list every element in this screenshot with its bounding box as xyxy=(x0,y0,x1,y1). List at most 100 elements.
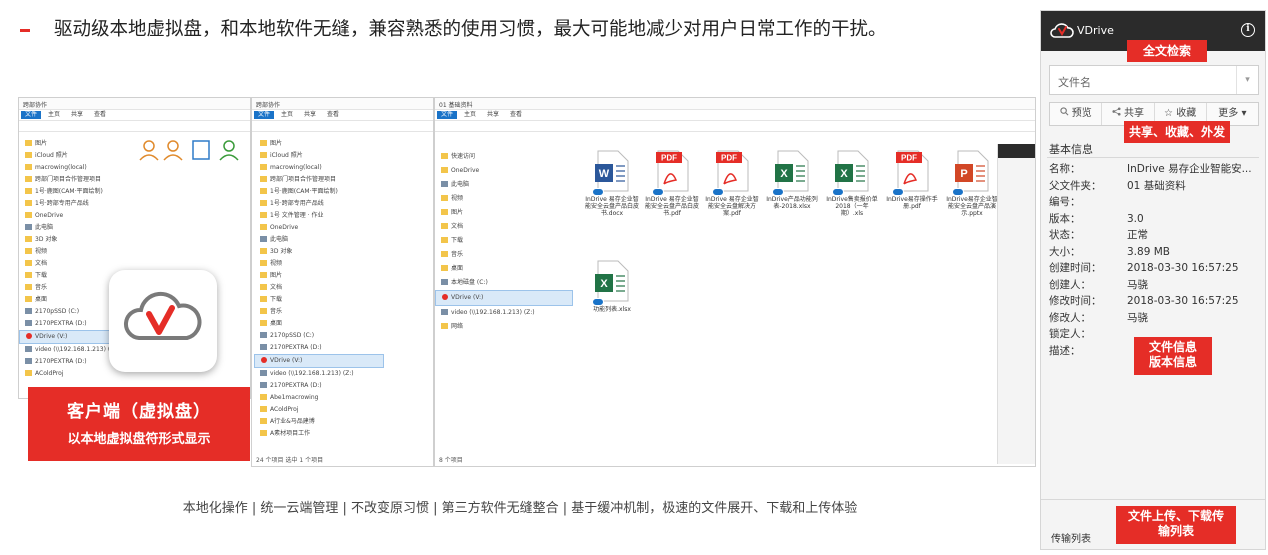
tree-item[interactable]: OneDrive xyxy=(19,210,129,222)
window-title: 跨部协作 xyxy=(256,102,281,109)
tab-view[interactable]: 查看 xyxy=(506,111,526,119)
pdf-file-icon: PDF xyxy=(712,150,750,196)
tab-share[interactable]: 共享 xyxy=(483,111,503,119)
search-input[interactable]: 文件名 ▾ xyxy=(1049,65,1259,95)
tab-view[interactable]: 查看 xyxy=(90,111,110,119)
headline: 驱动级本地虚拟盘，和本地软件无缝，兼容熟悉的使用习惯，最大可能地减少对用户日常工… xyxy=(18,12,1008,48)
tree-item[interactable]: 本地磁盘 (C:) xyxy=(435,276,573,290)
file-item[interactable]: W InDrive 易存企业智能安全云盘产品白皮书.docx xyxy=(585,150,639,217)
tree-item[interactable]: 网络 xyxy=(435,320,573,334)
property-value: 2018-03-30 16:57:25 xyxy=(1127,262,1239,274)
tree-item[interactable]: 1号·鹿图(CAM·平面绘制) xyxy=(19,186,129,198)
file-item[interactable]: PDF InDrive 易存企业智能安全云盘产品白皮书.pdf xyxy=(645,150,699,217)
tree-item[interactable]: 文档 xyxy=(254,282,384,294)
property-key: 大小： xyxy=(1049,245,1081,258)
tag-file-info: 文件信息 版本信息 xyxy=(1134,337,1212,375)
file-item[interactable]: X 功能列表.xlsx xyxy=(585,260,639,313)
divider xyxy=(1041,499,1265,500)
property-row: 父文件夹： 01 基础资料 xyxy=(1049,178,1261,195)
tree-item[interactable]: macrowing(local) xyxy=(19,162,129,174)
tree-item[interactable]: AColdProj xyxy=(254,404,384,416)
file-item[interactable]: X InDrive售卖报价单2018（一年期）.xls xyxy=(825,150,879,217)
file-item[interactable]: PDF InDrive易存操作手册.pdf xyxy=(885,150,939,210)
tab-file[interactable]: 文件 xyxy=(21,111,42,119)
tree-item[interactable]: 1号·跨部专用产品线 xyxy=(19,198,129,210)
tree-item[interactable]: 此电脑 xyxy=(254,234,384,246)
property-key: 名称： xyxy=(1049,163,1081,175)
tree-item[interactable]: A行业&马品建博 xyxy=(254,416,384,428)
xlsx-file-icon: X xyxy=(832,150,870,196)
tree-item[interactable]: A素材项目工作 xyxy=(254,428,384,440)
divider xyxy=(1047,157,1259,158)
tree-item[interactable]: video (\\192.168.1.213) (Z:) xyxy=(254,368,384,380)
address-bar[interactable] xyxy=(252,120,433,132)
file-name: InDrive 易存企业智能安全云盘产品白皮书.pdf xyxy=(645,196,700,217)
tree-item[interactable]: 视频 xyxy=(435,192,573,206)
transfer-list-link[interactable]: 传输列表 xyxy=(1051,530,1091,545)
tree-item[interactable]: OneDrive xyxy=(435,164,573,178)
tree-item[interactable]: 3D 对象 xyxy=(254,246,384,258)
magnifier-icon xyxy=(1059,107,1069,116)
tree-item[interactable]: 2170pSSD (C:) xyxy=(254,330,384,342)
property-row: 创建时间： 2018-03-30 16:57:25 xyxy=(1049,260,1261,277)
tree-item[interactable]: 图片 xyxy=(19,138,129,150)
tree-item[interactable]: 视频 xyxy=(254,258,384,270)
tree-item-vdrive[interactable]: VDrive (V:) xyxy=(254,354,384,368)
tree-item[interactable]: 音乐 xyxy=(254,306,384,318)
tree-item[interactable]: 图片 xyxy=(435,206,573,220)
tree-item[interactable]: 快速访问 xyxy=(435,150,573,164)
tab-home[interactable]: 主页 xyxy=(277,111,297,119)
tree-item[interactable]: 桌面 xyxy=(254,318,384,330)
file-name: InDrive售卖报价单2018（一年期）.xls xyxy=(826,196,878,217)
tab-home[interactable]: 主页 xyxy=(44,111,64,119)
tag-upload-download: 文件上传、下载传 输列表 xyxy=(1116,506,1236,544)
tree-item[interactable]: 下载 xyxy=(254,294,384,306)
tree-item[interactable]: Abe1macrowing xyxy=(254,392,384,404)
tree-item[interactable]: 1号 文件管理 · 作业 xyxy=(254,210,384,222)
property-key: 状态： xyxy=(1049,229,1081,241)
tree-item-vdrive[interactable]: VDrive (V:) xyxy=(435,290,573,306)
tree-item[interactable]: 跨部门项目合作管理项目 xyxy=(19,174,129,186)
file-item[interactable]: P InDrive易存企业智能安全云盘产品演示.pptx xyxy=(945,150,999,217)
tree-item[interactable]: 音乐 xyxy=(435,248,573,262)
tree-item[interactable]: 图片 xyxy=(254,138,384,150)
tag-file-info-line2: 版本信息 xyxy=(1148,355,1197,369)
tree-item[interactable]: 图片 xyxy=(254,270,384,282)
vdrive-logo-icon xyxy=(1050,23,1074,38)
tree-item[interactable]: OneDrive xyxy=(254,222,384,234)
tab-file[interactable]: 文件 xyxy=(437,111,458,119)
tree-item[interactable]: video (\\192.168.1.213) (Z:) xyxy=(435,306,573,320)
tree-item[interactable]: 此电脑 xyxy=(19,222,129,234)
tab-home[interactable]: 主页 xyxy=(460,111,480,119)
tree-item[interactable]: 2170PEXTRA (D:) xyxy=(254,380,384,392)
tree-item[interactable]: iCloud 照片 xyxy=(254,150,384,162)
file-item[interactable]: PDF InDrive 易存企业智能安全云盘解决方案.pdf xyxy=(705,150,759,217)
tab-view[interactable]: 查看 xyxy=(323,111,343,119)
property-row: 名称： InDrive 易存企业智能安... xyxy=(1049,161,1261,178)
tree-item[interactable]: 1号·鹿图(CAM·平面绘制) xyxy=(254,186,384,198)
tree-item[interactable]: 视频 xyxy=(19,246,129,258)
tree-item[interactable]: 跨部门项目合作管理项目 xyxy=(254,174,384,186)
address-bar[interactable] xyxy=(435,120,1035,132)
tree-item[interactable]: macrowing(local) xyxy=(254,162,384,174)
tab-file[interactable]: 文件 xyxy=(254,111,275,119)
tree-item[interactable]: 桌面 xyxy=(435,262,573,276)
property-key: 锁定人： xyxy=(1049,328,1091,340)
tree-item[interactable]: 此电脑 xyxy=(435,178,573,192)
svg-text:X: X xyxy=(600,278,608,290)
tree-item[interactable]: iCloud 照片 xyxy=(19,150,129,162)
tree-item[interactable]: 文档 xyxy=(19,258,129,270)
info-icon[interactable]: i xyxy=(1241,23,1255,37)
tab-share[interactable]: 共享 xyxy=(67,111,87,119)
chevron-down-icon[interactable]: ▾ xyxy=(1236,66,1258,94)
address-bar[interactable] xyxy=(19,120,250,132)
tab-share[interactable]: 共享 xyxy=(300,111,320,119)
tree-item[interactable]: 下载 xyxy=(435,234,573,248)
file-item[interactable]: X InDrive产品功能列表-2018.xlsx xyxy=(765,150,819,210)
favorite-label: 收藏 xyxy=(1176,108,1197,119)
tree-item[interactable]: 2170PEXTRA (D:) xyxy=(254,342,384,354)
tree-item[interactable]: 文档 xyxy=(435,220,573,234)
preview-button[interactable]: 预览 xyxy=(1050,103,1103,125)
tree-item[interactable]: 1号·跨部专用产品线 xyxy=(254,198,384,210)
tree-item[interactable]: 3D 对象 xyxy=(19,234,129,246)
